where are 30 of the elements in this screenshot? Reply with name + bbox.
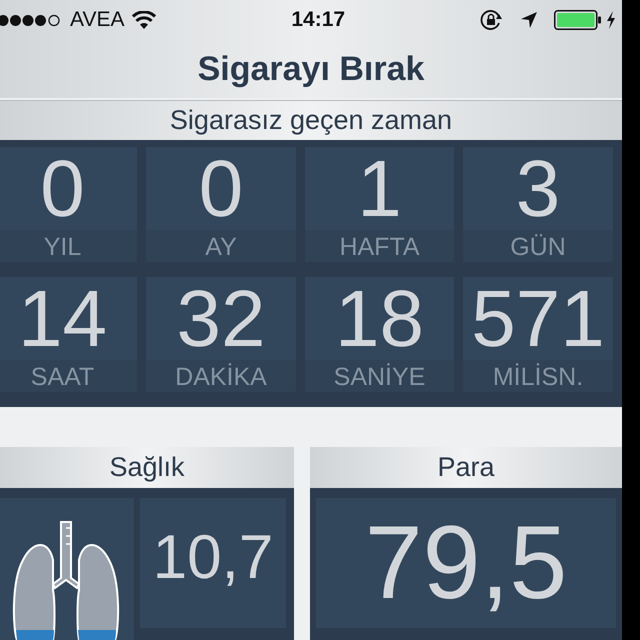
location-arrow-icon: [520, 11, 538, 29]
health-value: 10,7: [140, 498, 286, 628]
counter-unit: AY: [146, 230, 296, 262]
counter-value: 0: [198, 147, 244, 230]
money-value: 79,5: [316, 498, 616, 628]
panel-heading: Para: [310, 447, 622, 488]
carrier-name: AVEA: [70, 7, 124, 34]
section-heading: Sigarasız geçen zaman: [170, 105, 452, 135]
counter-unit: DAKİKA: [146, 360, 296, 392]
counter-value: 32: [176, 277, 266, 360]
counter-value: 14: [17, 277, 108, 360]
panel-heading: Sağlık: [0, 447, 294, 488]
counter-value: 1: [356, 147, 403, 230]
counter-unit: SANİYE: [305, 360, 454, 392]
status-time: 14:17: [291, 7, 346, 34]
wifi-icon: [132, 11, 156, 29]
counter-value: 3: [514, 147, 562, 230]
counter-value: 0: [39, 147, 86, 230]
app-title: Sigarayı Bırak: [198, 50, 424, 88]
signal-strength-icon: [0, 14, 62, 26]
counter-value: 18: [334, 277, 425, 360]
counter-unit: YIL: [0, 230, 137, 262]
counter-unit: GÜN: [463, 230, 613, 262]
counter-unit: HAFTA: [305, 230, 454, 262]
counter-value: 571: [470, 277, 606, 360]
counter-unit: SAAT: [0, 360, 137, 392]
charging-bolt-icon: [606, 11, 616, 29]
counter-unit: MİLİSN.: [463, 360, 613, 392]
battery-icon: [554, 10, 602, 30]
rotation-lock-icon: [480, 10, 504, 30]
